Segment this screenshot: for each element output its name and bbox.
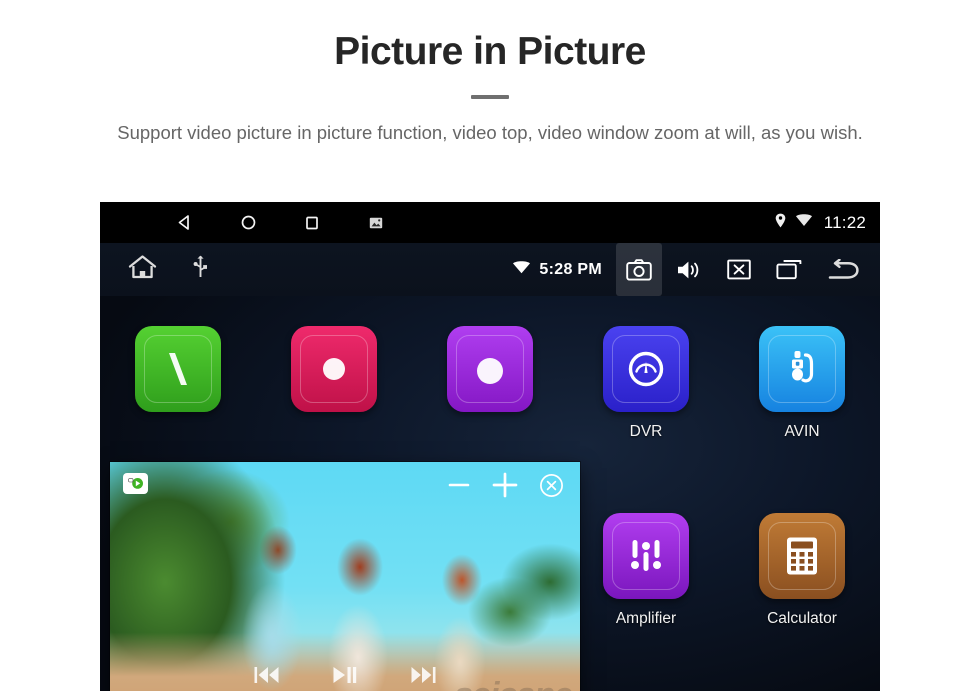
toolbar-right-group: 5:28 PM [512,243,870,296]
toolbar-left-group [100,254,208,285]
toolbar-clock: 5:28 PM [539,260,602,278]
netflix-icon[interactable] [135,326,221,412]
pip-transport-controls [110,660,580,690]
previous-track-icon[interactable] [252,660,282,690]
app-cell-amplifier[interactable]: Amplifier [568,505,724,691]
app-cell-dvr[interactable]: DVR [568,318,724,505]
app-label-amplifier: Amplifier [615,609,677,627]
camera-icon[interactable] [616,243,662,296]
page-title: Picture in Picture [334,30,646,73]
play-pause-icon[interactable] [330,660,360,690]
android-nav-buttons [100,202,408,243]
location-pin-icon [775,213,786,233]
android-status-bar: 11:22 [100,202,880,243]
recents-square-icon[interactable] [280,202,344,243]
home-circle-icon[interactable] [216,202,280,243]
plus-icon[interactable] [490,470,520,500]
pip-controls-bar [110,462,580,508]
volume-icon[interactable] [666,243,712,296]
next-track-icon[interactable] [408,660,438,690]
back-triangle-icon[interactable] [152,202,216,243]
device-screen: 11:22 5:28 PM DVR AVIN Amplifier Calcula… [100,202,880,691]
recent-apps-icon[interactable] [766,243,812,296]
gauge-icon[interactable] [603,326,689,412]
marketing-header: Picture in Picture Support video picture… [0,0,980,147]
back-arrow-icon[interactable] [816,243,870,296]
wheelkey-icon[interactable] [447,326,533,412]
calculator-icon[interactable] [759,512,845,599]
app-cell-avin[interactable]: AVIN [724,318,880,505]
status-bar-right: 11:22 [775,202,866,243]
close-circle-icon[interactable] [536,470,566,500]
app-label-avin: AVIN [784,423,820,440]
status-bar-clock: 11:22 [823,212,866,232]
screenshot-icon[interactable] [344,202,408,243]
av-plug-icon[interactable] [759,326,845,412]
system-toolbar: 5:28 PM [100,243,880,296]
app-cell-calculator[interactable]: Calculator [724,505,880,691]
home-icon[interactable] [128,254,157,285]
app-label-calculator: Calculator [767,609,837,627]
home-screen: DVR AVIN Amplifier Calculator [100,296,880,691]
wifi-icon [512,260,531,279]
siriusxm-icon[interactable] [291,326,377,412]
wifi-icon [795,213,813,232]
usb-icon[interactable] [193,255,208,284]
title-divider [471,94,509,99]
equalizer-icon[interactable] [603,512,689,599]
close-box-icon[interactable] [716,243,762,296]
page-subtitle: Support video picture in picture functio… [117,121,863,143]
app-label-dvr: DVR [629,423,663,440]
pip-video-window[interactable]: seicane [110,462,580,691]
minus-icon[interactable] [444,470,474,500]
